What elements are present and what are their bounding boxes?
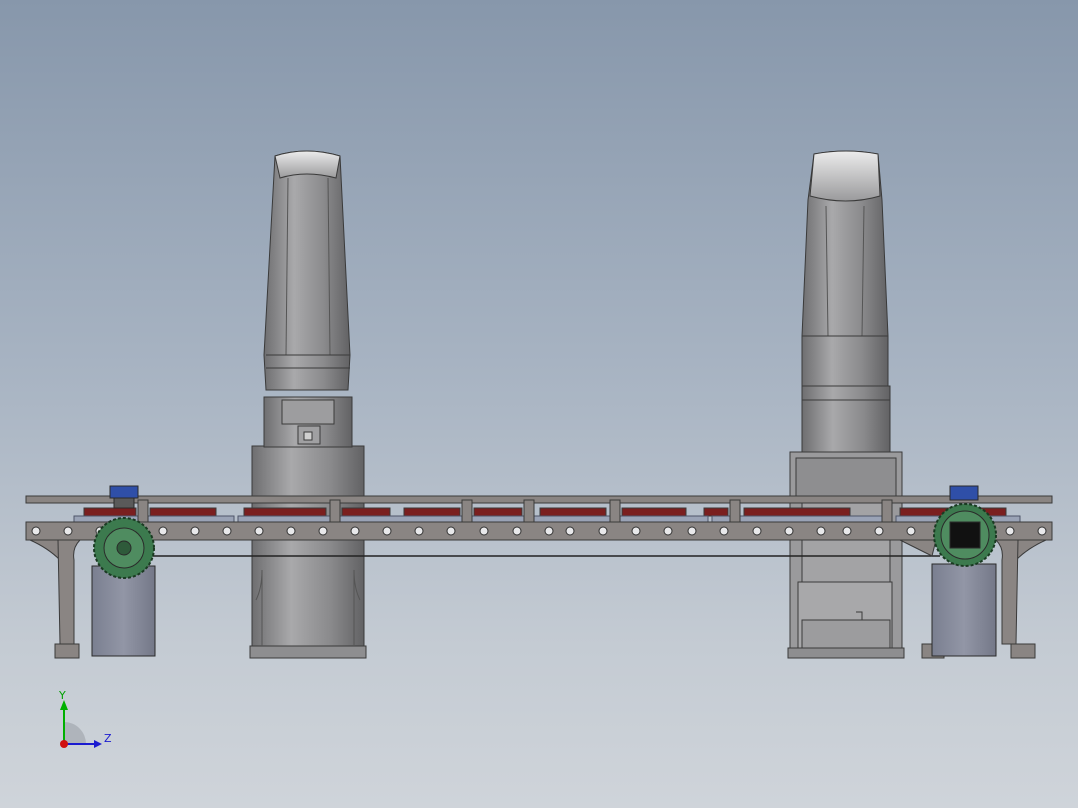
right-drive-base-block — [931, 563, 997, 657]
conveyor-bottom-rail — [25, 521, 1053, 541]
left-robot[interactable] — [249, 150, 367, 659]
left-robot-arm — [263, 150, 351, 391]
right-robot-cabinet-foot — [787, 647, 905, 659]
left-robot-base-foot — [249, 645, 367, 659]
assembly-model[interactable]: Y Z — [0, 0, 1078, 808]
left-robot-base — [251, 445, 365, 649]
left-drive-motor — [109, 485, 139, 499]
coordinate-triad: Y Z — [58, 689, 112, 748]
right-robot[interactable] — [787, 150, 905, 659]
right-drive-motor — [949, 485, 979, 501]
conveyor-top-rail — [25, 495, 1053, 504]
left-drive-base-block — [91, 565, 156, 657]
right-robot-collar — [801, 385, 891, 453]
z-axis-label: Z — [104, 732, 112, 745]
y-axis-label: Y — [58, 689, 66, 702]
3d-graphics-viewport[interactable]: Y Z — [0, 0, 1078, 808]
